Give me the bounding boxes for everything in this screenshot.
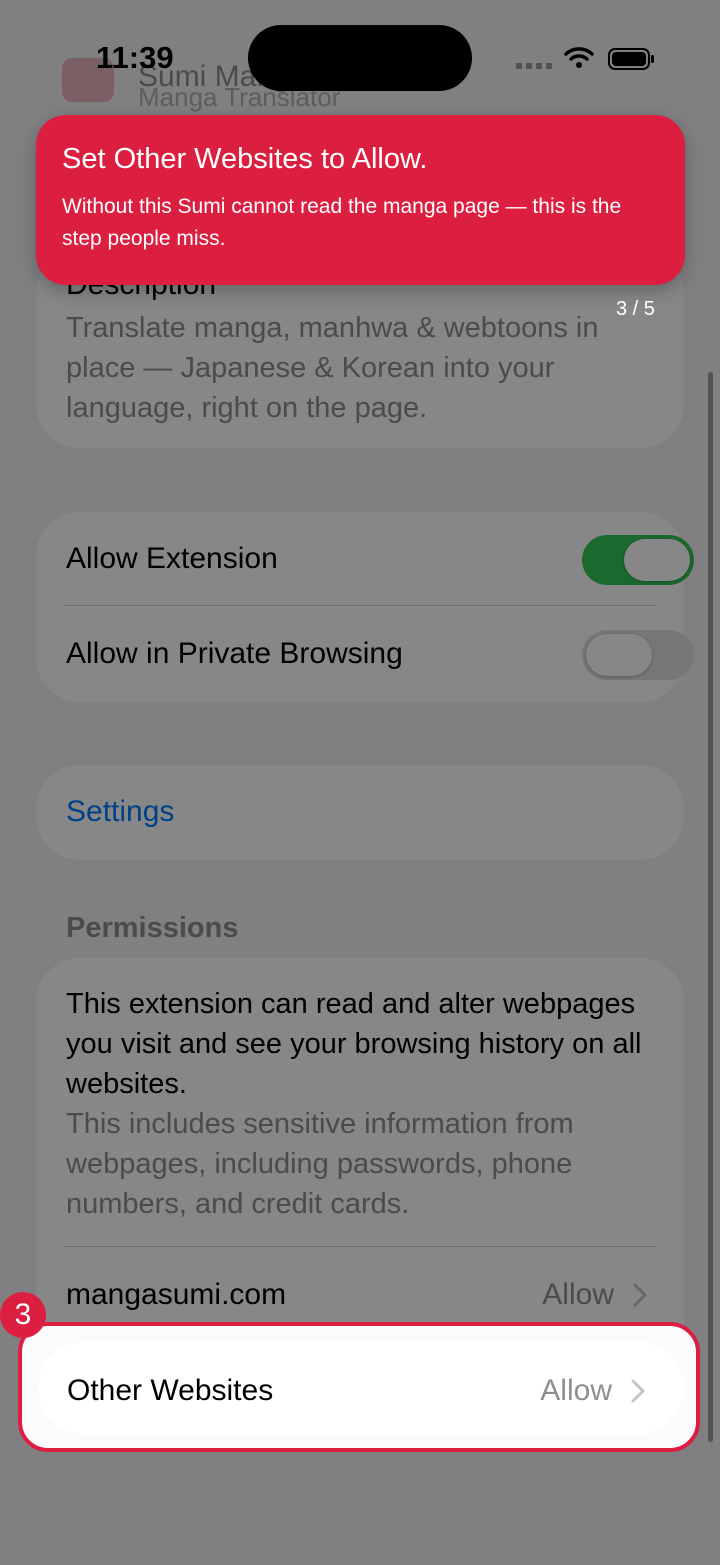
- site-row-label[interactable]: mangasumi.com: [66, 1278, 286, 1312]
- cellular-signal-icon: [516, 63, 552, 69]
- step-number-badge: 3: [0, 1292, 46, 1338]
- private-browsing-toggle[interactable]: [582, 630, 694, 680]
- highlight-other-websites: Other Websites Allow: [18, 1322, 700, 1452]
- toggles-card: Allow Extension Allow in Private Browsin…: [36, 512, 684, 702]
- chevron-right-icon: [631, 1379, 645, 1403]
- status-time: 11:39: [96, 40, 174, 75]
- coach-title: Set Other Websites to Allow.: [62, 143, 428, 175]
- chevron-right-icon: [633, 1283, 647, 1307]
- divider: [64, 1246, 656, 1247]
- battery-icon: [608, 48, 654, 70]
- scrollbar[interactable]: [708, 372, 713, 1442]
- toggle-knob: [624, 539, 690, 581]
- permissions-header: Permissions: [66, 912, 239, 944]
- divider: [64, 605, 656, 606]
- wifi-icon: [564, 47, 594, 68]
- site-row-value: Allow: [542, 1278, 614, 1311]
- coach-banner: Set Other Websites to Allow. Without thi…: [36, 115, 685, 285]
- dynamic-island: [248, 25, 472, 91]
- other-websites-value: Allow: [540, 1374, 612, 1407]
- allow-extension-toggle[interactable]: [582, 535, 694, 585]
- permissions-main-text: This extension can read and alter webpag…: [66, 988, 642, 1100]
- settings-link[interactable]: Settings: [66, 795, 174, 829]
- coach-progress: 3 / 5: [616, 298, 655, 320]
- allow-extension-label: Allow Extension: [66, 542, 278, 575]
- private-browsing-label: Allow in Private Browsing: [66, 637, 403, 670]
- permissions-detail-text: This includes sensitive information from…: [66, 1108, 574, 1220]
- coach-body: Without this Sumi cannot read the manga …: [62, 195, 622, 250]
- page-bottom: [0, 1450, 720, 1565]
- settings-card[interactable]: Settings: [36, 765, 684, 860]
- other-websites-label[interactable]: Other Websites: [67, 1374, 273, 1408]
- toggle-knob: [586, 634, 652, 676]
- description-text: Translate manga, manhwa & webtoons in pl…: [66, 312, 599, 424]
